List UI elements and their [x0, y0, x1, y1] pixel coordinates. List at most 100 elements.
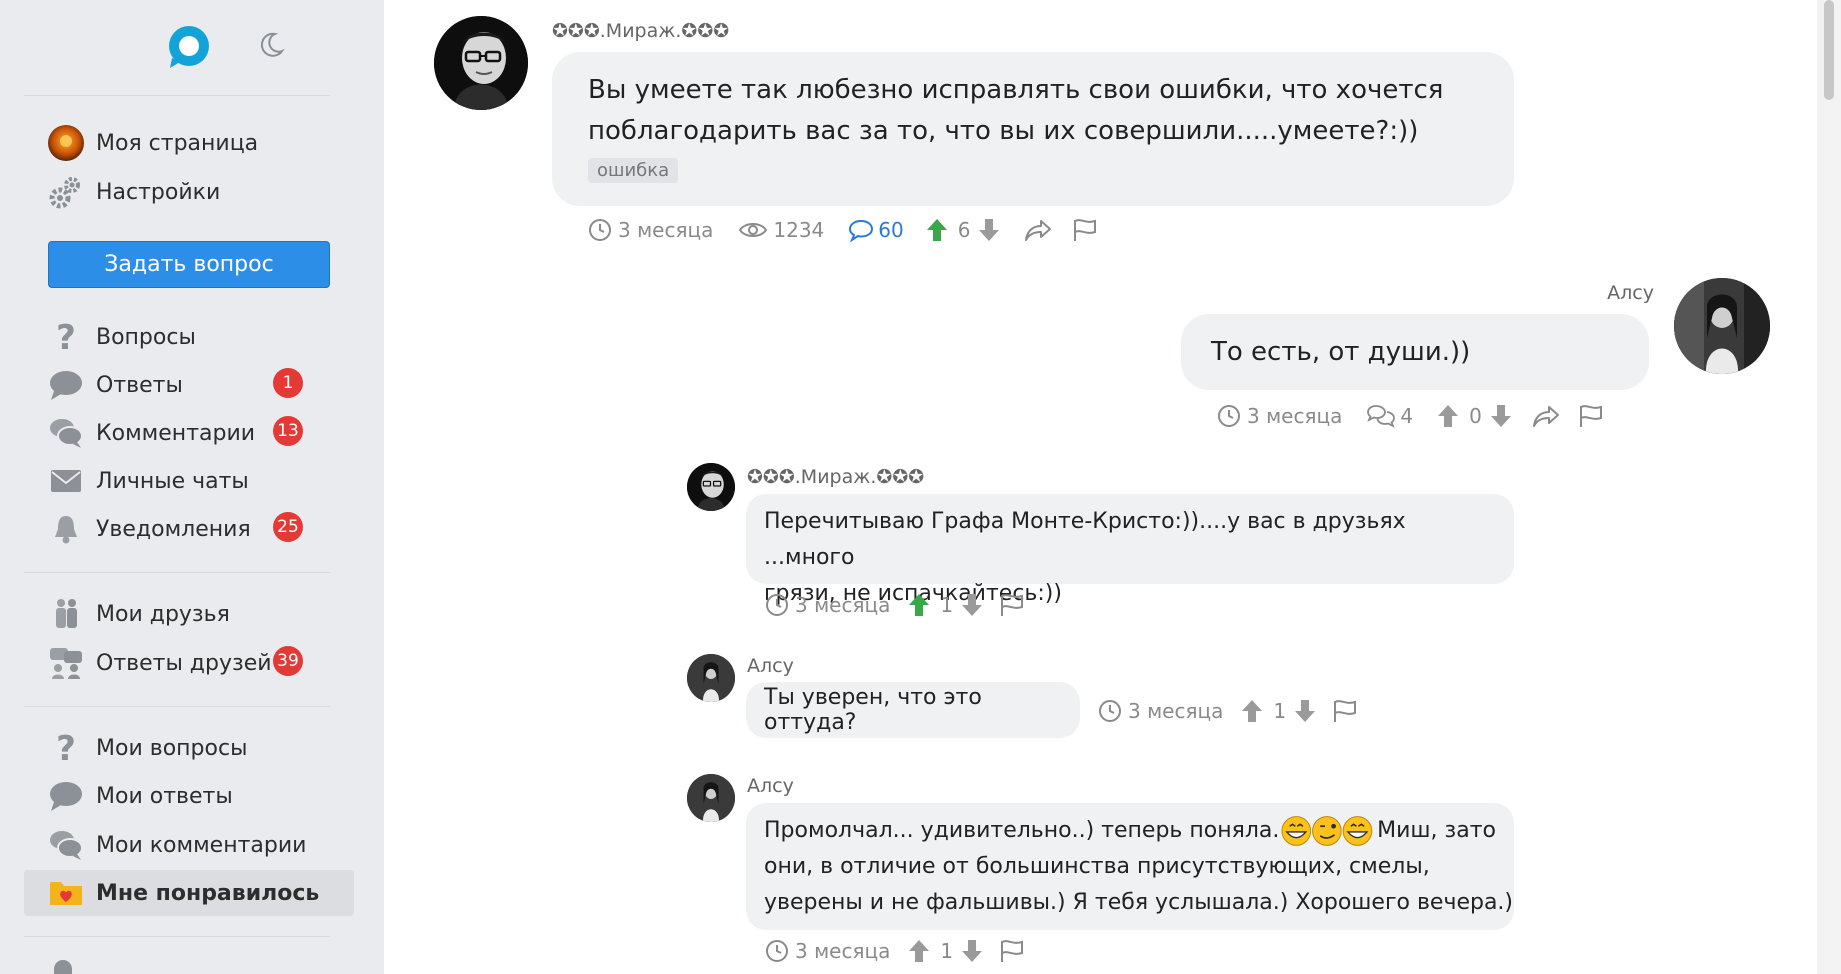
comment-bubble: Ты уверен, что это оттуда? — [746, 682, 1080, 738]
divider — [24, 706, 330, 707]
sidebar-item-comments[interactable]: Комментарии — [24, 410, 354, 456]
arrow-down-icon — [1490, 405, 1511, 427]
answers-badge: 1 — [273, 368, 303, 398]
report-button[interactable] — [1332, 699, 1358, 723]
arrow-up-icon — [1242, 700, 1263, 722]
scrollbar-thumb[interactable] — [1824, 0, 1834, 100]
sidebar-item-label: Мои вопросы — [96, 735, 248, 761]
report-button[interactable] — [999, 939, 1025, 963]
downvote-button[interactable] — [978, 218, 1000, 242]
flag-icon — [1334, 700, 1357, 722]
upvote-button[interactable] — [1241, 699, 1263, 723]
author-avatar[interactable] — [687, 654, 735, 702]
author-avatar[interactable] — [687, 774, 735, 822]
downvote-button[interactable] — [1490, 404, 1512, 428]
comments-link[interactable]: 4 — [1366, 404, 1413, 428]
sidebar-item-my-questions[interactable]: ? Мои вопросы — [24, 725, 354, 771]
arrow-up-icon — [1438, 405, 1459, 427]
partial-sidebar-icon — [54, 960, 72, 974]
sidebar-item-my-answers[interactable]: Мои ответы — [24, 773, 354, 819]
sidebar-item-my-comments[interactable]: Мои комментарии — [24, 822, 354, 868]
upvote-button[interactable] — [926, 218, 948, 242]
ask-question-button[interactable]: Задать вопрос — [48, 241, 330, 288]
sidebar-item-liked[interactable]: Мне понравилось — [24, 870, 354, 916]
time-text: 3 месяца — [618, 218, 714, 242]
comment-text-line: Промолчал... удивительно..) теперь понял… — [764, 813, 1496, 849]
flag-icon — [1001, 940, 1024, 962]
time-text: 3 месяца — [795, 939, 891, 963]
sidebar-item-my-page[interactable]: Моя страница — [24, 120, 354, 166]
site-logo-icon[interactable] — [164, 22, 214, 72]
sidebar-item-label: Мои ответы — [96, 783, 233, 809]
sidebar-item-label: Личные чаты — [96, 468, 249, 494]
question-text-line: Вы умеете так любезно исправлять свои ош… — [588, 75, 1444, 105]
flag-icon — [1074, 219, 1097, 241]
votes-count: 0 — [1469, 404, 1482, 428]
report-button[interactable] — [1072, 218, 1098, 242]
question-meta: 3 месяца 1234 60 6 — [588, 216, 1098, 244]
night-mode-icon[interactable] — [256, 30, 286, 60]
report-button[interactable] — [999, 593, 1025, 617]
report-button[interactable] — [1578, 404, 1604, 428]
time: 3 месяца — [1098, 699, 1223, 723]
clock-icon — [766, 940, 788, 962]
comment-bubble: Промолчал... удивительно..) теперь понял… — [746, 803, 1514, 930]
author-name[interactable]: Алсу — [747, 655, 794, 677]
time: 3 месяца — [1217, 404, 1342, 428]
author-name[interactable]: ✪✪✪.Мираж.✪✪✪ — [747, 466, 924, 488]
arrow-up-icon — [926, 219, 947, 241]
comments-badge: 13 — [273, 416, 303, 446]
sidebar-item-my-friends[interactable]: Мои друзья — [24, 591, 354, 637]
sidebar-item-label: Настройки — [96, 179, 221, 205]
share-button[interactable] — [1024, 218, 1052, 242]
downvote-button[interactable] — [961, 939, 983, 963]
comments-count: 4 — [1400, 404, 1414, 428]
share-button[interactable] — [1532, 404, 1560, 428]
views-count: 1234 — [773, 218, 825, 242]
sidebar-item-settings[interactable]: Настройки — [24, 169, 354, 215]
question-icon: ? — [46, 728, 86, 768]
sidebar-item-friends-answers[interactable]: Ответы друзей — [24, 640, 354, 686]
sidebar-item-label: Ответы — [96, 372, 183, 398]
svg-text:?: ? — [56, 731, 76, 765]
divider — [24, 936, 330, 937]
sidebar-item-label: Вопросы — [96, 324, 196, 350]
sidebar-item-questions[interactable]: ? Вопросы — [24, 314, 354, 360]
upvote-button[interactable] — [1437, 404, 1459, 428]
notifications-badge: 25 — [273, 512, 303, 542]
scrollbar-track[interactable] — [1817, 0, 1841, 974]
clock-icon — [1099, 700, 1121, 722]
sidebar-item-label: Комментарии — [96, 420, 256, 446]
downvote-button[interactable] — [1294, 699, 1316, 723]
envelope-icon — [46, 461, 86, 501]
heart-folder-icon — [46, 873, 86, 913]
sidebar: Моя страница Настройки Задать вопрос ? В… — [0, 0, 384, 974]
author-name[interactable]: ✪✪✪.Мираж.✪✪✪ — [552, 20, 729, 42]
sidebar-item-answers[interactable]: Ответы — [24, 362, 354, 408]
sidebar-item-private-chats[interactable]: Личные чаты — [24, 458, 354, 504]
answers-link[interactable]: 60 — [848, 218, 904, 242]
author-avatar[interactable] — [687, 463, 735, 511]
downvote-button[interactable] — [961, 593, 983, 617]
upvote-button[interactable] — [908, 939, 930, 963]
author-name[interactable]: Алсу — [1590, 282, 1654, 304]
question-tag[interactable]: ошибка — [588, 158, 679, 183]
sidebar-item-label: Моя страница — [96, 130, 259, 156]
gears-icon — [46, 172, 86, 212]
time-text: 3 месяца — [1247, 404, 1343, 428]
time: 3 месяца — [765, 593, 890, 617]
upvote-button[interactable] — [908, 593, 930, 617]
chat-bubble-icon — [46, 365, 86, 405]
sidebar-item-notifications[interactable]: Уведомления — [24, 506, 354, 552]
author-avatar[interactable] — [434, 16, 528, 110]
views: 1234 — [739, 218, 824, 242]
friends-answers-badge: 39 — [273, 646, 303, 676]
author-name[interactable]: Алсу — [747, 775, 794, 797]
grin-wink-grin-emoji-icon — [1281, 816, 1373, 846]
share-icon — [1025, 220, 1052, 241]
arrow-down-icon — [1295, 700, 1316, 722]
author-avatar[interactable] — [1674, 278, 1770, 374]
friends-answers-icon — [46, 643, 86, 683]
avatar-icon — [46, 123, 86, 163]
question-bubble: Вы умеете так любезно исправлять свои ош… — [552, 52, 1514, 206]
